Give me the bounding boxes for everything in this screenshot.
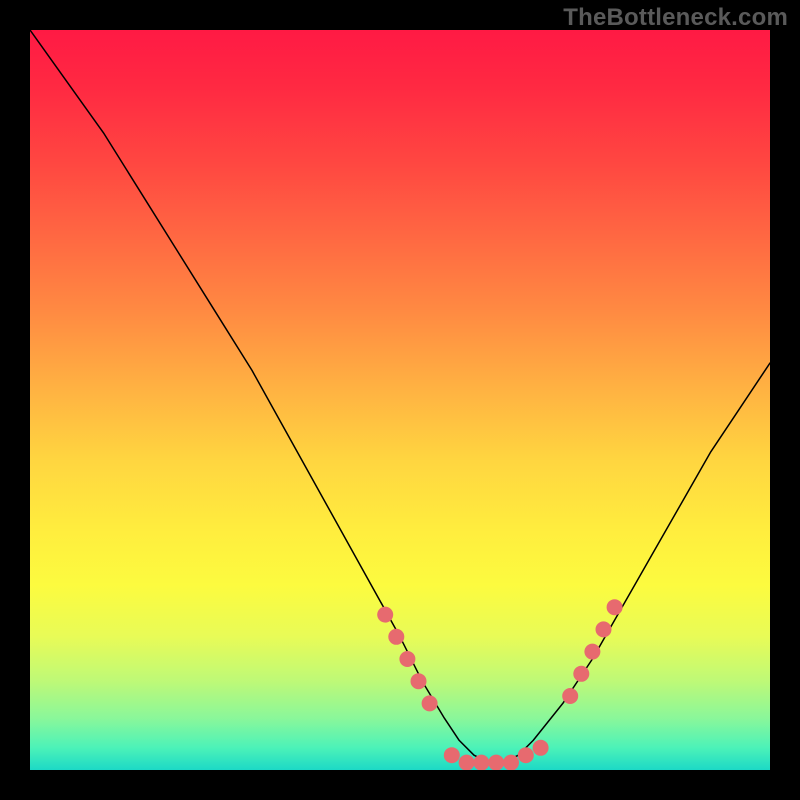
bottleneck-curve — [30, 30, 770, 763]
curve-marker — [503, 755, 519, 770]
curve-marker — [533, 740, 549, 756]
curve-marker — [584, 644, 600, 660]
curve-marker — [444, 747, 460, 763]
curve-marker — [518, 747, 534, 763]
watermark-text: TheBottleneck.com — [563, 4, 788, 32]
curve-marker — [377, 607, 393, 623]
curve-marker — [596, 621, 612, 637]
curve-marker — [488, 755, 504, 770]
curve-marker — [422, 695, 438, 711]
curve-marker — [473, 755, 489, 770]
plot-area — [30, 30, 770, 770]
curve-marker — [399, 651, 415, 667]
curve-marker — [388, 629, 404, 645]
curve-marker — [607, 599, 623, 615]
marker-group — [377, 599, 622, 770]
curve-marker — [459, 755, 475, 770]
curve-marker — [411, 673, 427, 689]
chart-frame: TheBottleneck.com — [0, 0, 800, 800]
curve-overlay — [30, 30, 770, 770]
curve-marker — [562, 688, 578, 704]
curve-marker — [573, 666, 589, 682]
